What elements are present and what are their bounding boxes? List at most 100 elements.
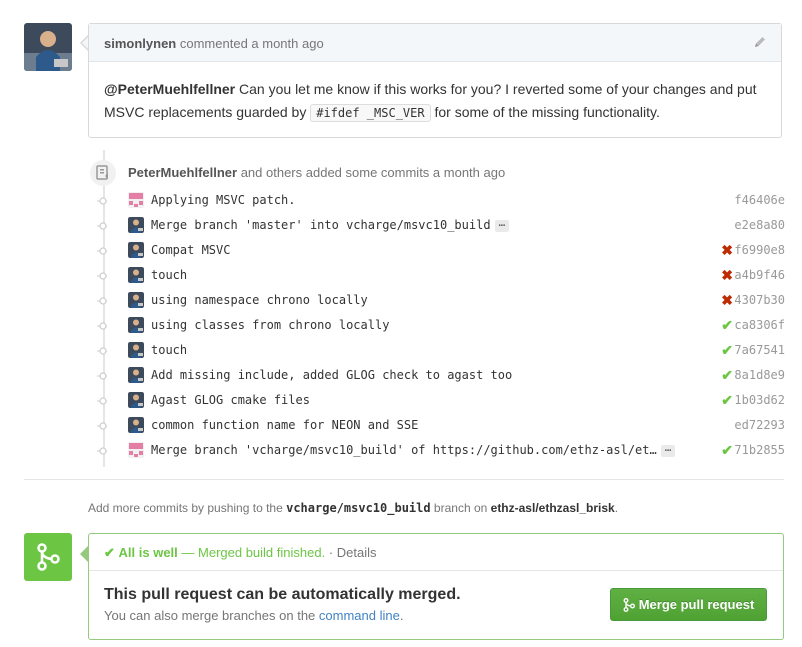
build-success-icon[interactable]: ✔ [721,442,733,459]
details-link[interactable]: Details [337,545,377,560]
commit-author-avatar[interactable] [128,392,144,408]
commit-author-avatar[interactable] [128,292,144,308]
repo-name: ethz-asl/ethzasl_brisk [490,501,615,515]
build-failure-icon[interactable]: ✖ [721,267,733,284]
commits-author-link[interactable]: PeterMuehlfellner [128,165,237,180]
commit-author-avatar[interactable] [128,217,144,233]
push-note-middle: branch on [430,501,491,515]
comment-body: @PeterMuehlfellner Can you let me know i… [89,62,781,141]
commit-author-avatar[interactable] [128,242,144,258]
comment-meta: commented a month ago [179,36,324,51]
commit-message-link[interactable]: Merge branch 'master' into vcharge/msvc1… [151,217,510,232]
identicon-avatar[interactable] [128,442,144,458]
commits-header: PeterMuehlfellner and others added some … [128,165,505,180]
merge-subtitle-suffix: . [399,608,404,623]
commit-row: Agast GLOG cmake files ✔ 1b03d62 [97,388,785,413]
status-separator: · [325,545,337,560]
merge-subtitle: You can also merge branches on the comma… [104,608,403,623]
commit-sha-link[interactable]: ed72293 [734,418,785,432]
commit-message-link[interactable]: using classes from chrono locally [151,318,389,332]
commit-row: common function name for NEON and SSE ed7… [97,413,785,438]
merge-title: This pull request can be automatically m… [104,586,461,603]
commit-message-link[interactable]: touch [151,268,187,282]
commit-row: Applying MSVC patch. f46406e [97,188,785,213]
build-success-icon[interactable]: ✔ [721,392,733,409]
merge-button-label: Merge pull request [638,597,755,612]
build-success-icon[interactable]: ✔ [721,342,733,359]
avatar-simonlynen[interactable] [24,23,72,71]
commit-sha-link[interactable]: ca8306f [734,318,785,332]
check-icon: ✔ [104,545,115,560]
commits-header-text: and others added some commits a month ag… [237,165,506,180]
user-mention-link[interactable]: @PeterMuehlfellner [104,81,235,97]
push-note: Add more commits by pushing to the vchar… [88,501,618,515]
commit-dot-icon [97,197,107,205]
merge-box-pointer [80,546,88,562]
commit-message-link[interactable]: Agast GLOG cmake files [151,393,310,407]
commit-message-link[interactable]: using namespace chrono locally [151,293,368,307]
commit-sha-link[interactable]: 7a67541 [734,343,785,357]
comment-box: simonlynen commented a month ago @PeterM… [88,23,782,138]
command-line-link[interactable]: command line [319,608,400,623]
commit-dot-icon [97,447,107,455]
commit-dot-icon [97,422,107,430]
commit-sha-link[interactable]: f46406e [734,193,785,207]
build-success-icon[interactable]: ✔ [721,317,733,334]
status-ok-label: All is well [118,545,178,560]
comment-header: simonlynen commented a month ago [89,24,781,62]
commit-row: Merge branch 'master' into vcharge/msvc1… [97,213,785,238]
inline-code: #ifdef _MSC_VER [310,104,431,122]
merge-button-icon [623,597,635,612]
commit-sha-link[interactable]: 1b03d62 [734,393,785,407]
build-failure-icon[interactable]: ✖ [721,292,733,309]
commit-dot-icon [97,272,107,280]
commit-message-link[interactable]: Add missing include, added GLOG check to… [151,368,512,382]
merge-subtitle-prefix: You can also merge branches on the [104,608,319,623]
commit-message-link[interactable]: Applying MSVC patch. [151,193,296,207]
commit-sha-link[interactable]: f6990e8 [734,243,785,257]
commit-dot-icon [97,297,107,305]
comment-text-2: for some of the missing functionality. [430,104,660,120]
commit-message-link[interactable]: common function name for NEON and SSE [151,418,418,432]
commit-row: using namespace chrono locally ✖ 4307b30 [97,288,785,313]
commit-dot-icon [97,322,107,330]
commit-sha-link[interactable]: 4307b30 [734,293,785,307]
commit-dot-icon [97,397,107,405]
commit-sha-link[interactable]: 71b2855 [734,443,785,457]
commit-author-avatar[interactable] [128,317,144,333]
expand-commit-button[interactable]: … [494,217,510,232]
push-note-suffix: . [614,501,619,515]
commit-sha-link[interactable]: a4b9f46 [734,268,785,282]
build-failure-icon[interactable]: ✖ [721,242,733,259]
commit-author-avatar[interactable] [128,367,144,383]
pencil-icon[interactable] [753,35,767,52]
commit-dot-icon [97,347,107,355]
commit-row: touch ✖ a4b9f46 [97,263,785,288]
commit-author-avatar[interactable] [128,417,144,433]
expand-commit-button[interactable]: … [660,442,676,457]
divider [24,479,784,480]
commit-message-link[interactable]: Compat MSVC [151,243,230,257]
commit-message-link[interactable]: touch [151,343,187,357]
commit-sha-link[interactable]: 8a1d8e9 [734,368,785,382]
merge-box: ✔ All is well — Merged build finished. ·… [88,533,784,640]
git-merge-icon [24,533,72,581]
commit-author-avatar[interactable] [128,267,144,283]
commit-row: Compat MSVC ✖ f6990e8 [97,238,785,263]
commit-row: touch ✔ 7a67541 [97,338,785,363]
commit-sha-link[interactable]: e2e8a80 [734,218,785,232]
commit-row: using classes from chrono locally ✔ ca8306… [97,313,785,338]
identicon-avatar[interactable] [128,192,144,208]
status-detail: — Merged build finished. [177,545,326,560]
commit-message-link[interactable]: Merge branch 'vcharge/msvc10_build' of h… [151,442,676,457]
build-success-icon[interactable]: ✔ [721,367,733,384]
commit-dot-icon [97,247,107,255]
build-status: ✔ All is well — Merged build finished. ·… [89,534,783,571]
branch-name: vcharge/msvc10_build [286,501,431,515]
merge-pull-request-button[interactable]: Merge pull request [610,588,767,621]
commit-row: Merge branch 'vcharge/msvc10_build' of h… [97,438,785,463]
commit-author-avatar[interactable] [128,342,144,358]
push-note-prefix: Add more commits by pushing to the [88,501,287,515]
comment-author-link[interactable]: simonlynen [104,36,176,51]
commit-dot-icon [97,222,107,230]
